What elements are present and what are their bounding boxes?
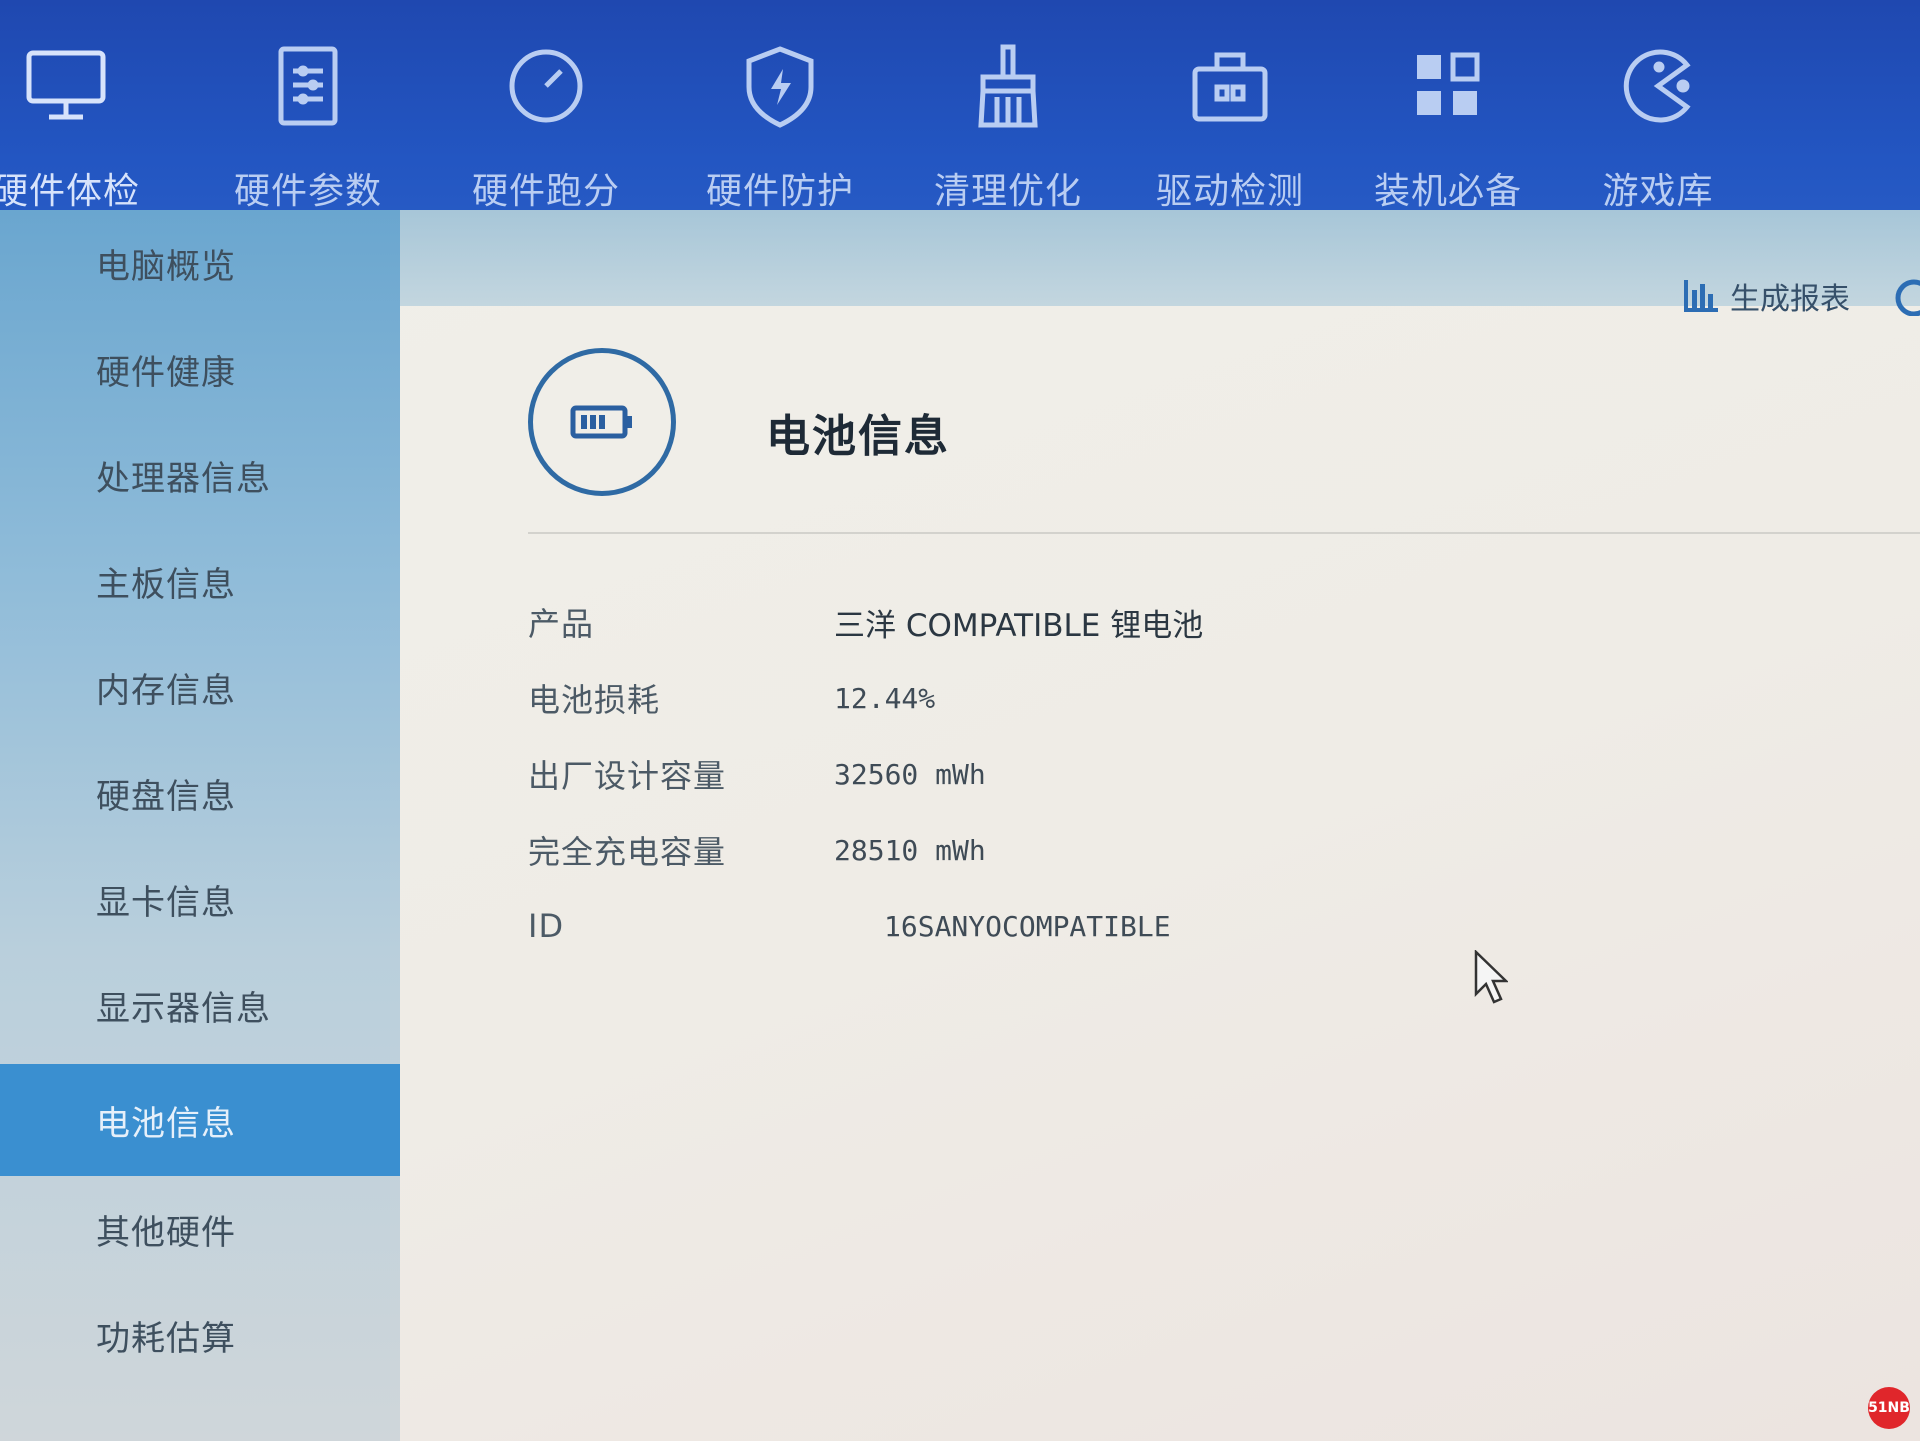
info-row-wear: 电池损耗 12.44%: [528, 668, 1728, 728]
sidebar-item-label: 功耗估算: [96, 1318, 236, 1359]
sidebar-item-label: 电脑概览: [96, 246, 236, 287]
gamepad-icon: [1610, 38, 1706, 134]
info-value: 三洋 COMPATIBLE 锂电池: [834, 607, 1204, 644]
eye-icon[interactable]: [1874, 276, 1920, 316]
sidebar-item-memory[interactable]: 内存信息: [0, 634, 400, 740]
sidebar-item-display[interactable]: 显示器信息: [0, 952, 400, 1058]
sidebar-item-battery[interactable]: 电池信息: [0, 1064, 400, 1176]
sidebar-item-label: 内存信息: [96, 670, 236, 711]
sidebar-item-label: 主板信息: [96, 564, 236, 605]
battery-badge: [528, 348, 676, 496]
clipboard-icon: [260, 38, 356, 134]
sidebar-item-gpu[interactable]: 显卡信息: [0, 846, 400, 952]
gauge-icon: [498, 38, 594, 134]
info-value: 32560 mWh: [834, 757, 986, 791]
generate-report-label: 生成报表: [1730, 282, 1850, 317]
sidebar-item-label: 硬件健康: [96, 352, 236, 393]
nav-label: 硬件跑分: [471, 171, 620, 212]
sidebar-item-other-hardware[interactable]: 其他硬件: [0, 1176, 400, 1282]
monitor-icon: [18, 38, 114, 134]
sidebar-item-motherboard[interactable]: 主板信息: [0, 528, 400, 634]
watermark-logo: 51NB: [1868, 1387, 1910, 1429]
main-panel: 生成报表 电池信息 产品 三洋 COMPATIBLE 锂电池 电池损耗 12.4…: [400, 210, 1920, 1441]
broom-icon: [960, 38, 1056, 134]
info-row-design-capacity: 出厂设计容量 32560 mWh: [528, 744, 1728, 804]
info-key: 出厂设计容量: [528, 757, 727, 795]
info-key: 电池损耗: [528, 681, 661, 719]
info-row-product: 产品 三洋 COMPATIBLE 锂电池: [528, 592, 1728, 652]
sidebar-item-disk[interactable]: 硬盘信息: [0, 740, 400, 846]
sidebar-item-power-estimate[interactable]: 功耗估算: [0, 1282, 400, 1388]
info-row-full-charge-capacity: 完全充电容量 28510 mWh: [528, 820, 1728, 880]
info-key: 完全充电容量: [528, 833, 727, 871]
mouse-cursor-icon: [1474, 950, 1508, 1004]
nav-label: 硬件体检: [0, 171, 140, 212]
section-divider: [528, 532, 1920, 534]
nav-label: 装机必备: [1373, 171, 1522, 212]
sidebar-item-overview[interactable]: 电脑概览: [0, 210, 400, 316]
info-value: 28510 mWh: [834, 833, 986, 867]
info-value: 16SANYOCOMPATIBLE: [884, 909, 1171, 943]
section-title: 电池信息: [766, 411, 950, 462]
apps-grid-icon: [1400, 38, 1496, 134]
shield-icon: [732, 38, 828, 134]
generate-report-button[interactable]: 生成报表: [1680, 274, 1850, 318]
nav-label: 硬件防护: [705, 171, 854, 212]
info-key: ID: [528, 907, 565, 945]
bar-chart-icon: [1684, 280, 1718, 312]
info-row-id: ID 16SANYOCOMPATIBLE: [528, 896, 1728, 956]
nav-label: 游戏库: [1602, 171, 1714, 212]
sidebar-item-label: 硬盘信息: [96, 776, 236, 817]
sidebar-item-label: 其他硬件: [96, 1212, 236, 1253]
sidebar-item-label: 处理器信息: [96, 458, 271, 499]
sidebar-item-hardware-health[interactable]: 硬件健康: [0, 316, 400, 422]
info-value: 12.44%: [834, 681, 936, 715]
nav-label: 清理优化: [933, 171, 1082, 212]
battery-icon: [570, 405, 632, 439]
sidebar: 电脑概览 硬件健康 处理器信息 主板信息 内存信息 硬盘信息 显卡信息 显示器信…: [0, 210, 400, 1441]
info-key: 产品: [528, 605, 595, 643]
sidebar-item-label: 显示器信息: [96, 988, 271, 1029]
sidebar-item-cpu[interactable]: 处理器信息: [0, 422, 400, 528]
toolbox-icon: [1182, 38, 1278, 134]
nav-label: 硬件参数: [233, 171, 382, 212]
sidebar-item-label: 显卡信息: [96, 882, 236, 923]
nav-label: 驱动检测: [1155, 171, 1304, 212]
sidebar-item-label: 电池信息: [96, 1103, 236, 1144]
